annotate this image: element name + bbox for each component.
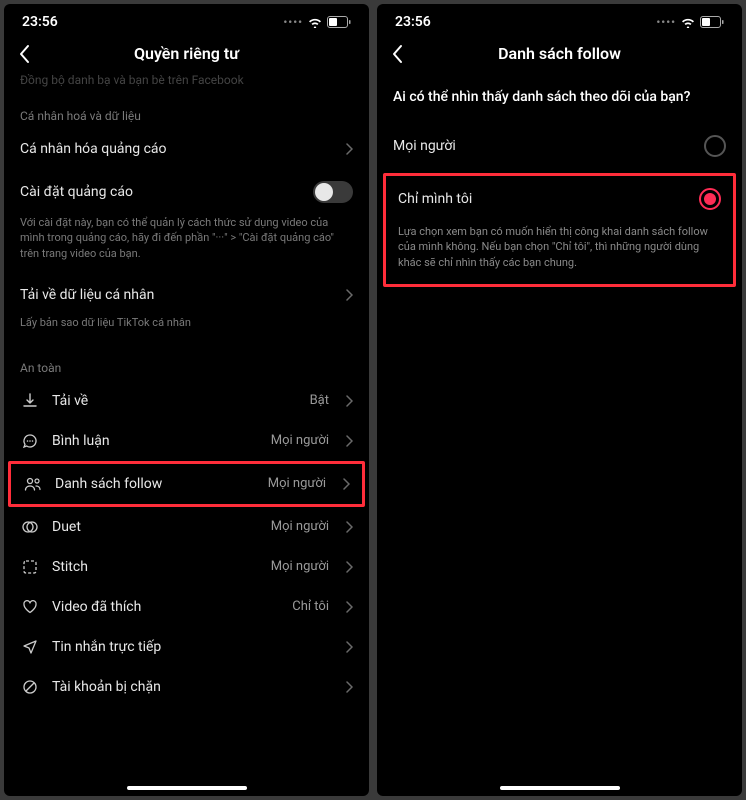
home-indicator[interactable] [500,786,620,790]
row-download[interactable]: Tải về Bật [4,381,369,421]
chevron-right-icon [345,143,353,155]
stitch-icon [20,559,40,575]
status-icons: •••• [283,16,351,29]
row-ad-settings[interactable]: Cài đặt quảng cáo [4,169,369,215]
follow-list-question: Ai có thể nhìn thấy danh sách theo dõi c… [377,73,742,123]
chevron-right-icon [345,435,353,447]
row-value: Chỉ tôi [292,599,329,614]
row-label: Cài đặt quảng cáo [20,184,301,200]
row-value: Mọi người [271,433,329,448]
status-icons: •••• [656,16,724,29]
row-value: Mọi người [271,559,329,574]
row-follow-list[interactable]: Danh sách follow Mọi người [11,464,362,504]
wifi-icon [307,16,323,28]
phone-left: 23:56 •••• Quyền riêng tư Đồng bộ danh b… [4,4,369,796]
faded-row: Đồng bộ danh bạ và bạn bè trên Facebook [4,73,369,95]
wifi-icon [680,16,696,28]
phone-right: 23:56 •••• Danh sách follow Ai có thể nh… [377,4,742,796]
cellular-dots-icon: •••• [283,16,303,29]
row-download-data[interactable]: Tải về dữ liệu cá nhân [4,269,369,315]
highlight-follow-list: Danh sách follow Mọi người [8,461,365,507]
people-icon [23,476,43,492]
row-value: Mọi người [271,519,329,534]
nav-header: Quyền riêng tư [4,34,369,73]
row-label: Tải về [52,393,298,409]
chevron-right-icon [345,601,353,613]
section-header-safety: An toàn [4,339,369,381]
row-stitch[interactable]: Stitch Mọi người [4,547,369,587]
back-button[interactable] [391,44,403,64]
heart-icon [20,599,40,615]
highlight-only-me: Chỉ mình tôi Lựa chọn xem bạn có muốn hi… [383,173,736,287]
send-icon [20,639,40,655]
chevron-right-icon [345,289,353,301]
radio-selected-icon[interactable] [699,188,721,210]
chevron-right-icon [345,561,353,573]
page-title: Danh sách follow [498,44,621,63]
status-time: 23:56 [395,14,431,30]
duet-icon [20,519,40,535]
radio-unselected-icon[interactable] [704,135,726,157]
row-label: Danh sách follow [55,476,256,492]
status-bar: 23:56 •••• [377,4,742,34]
option-only-me-desc: Lựa chọn xem bạn có muốn hiển thị công k… [386,222,733,280]
battery-icon [327,16,351,28]
row-liked-videos[interactable]: Video đã thích Chỉ tôi [4,587,369,627]
row-label: Video đã thích [52,599,280,615]
row-comments[interactable]: Bình luận Mọi người [4,421,369,461]
option-label: Chỉ mình tôi [398,191,472,207]
download-data-desc: Lấy bản sao dữ liệu TikTok cá nhân [4,315,369,338]
option-label: Mọi người [393,138,456,154]
row-label: Bình luận [52,433,259,449]
row-value: Mọi người [268,476,326,491]
row-label: Tài khoản bị chặn [52,679,333,695]
row-blocked-accounts[interactable]: Tài khoản bị chặn [4,667,369,707]
back-button[interactable] [18,44,30,64]
ad-settings-desc: Với cài đặt này, bạn có thể quản lý cách… [4,215,369,269]
row-label: Cá nhân hóa quảng cáo [20,141,333,157]
option-everyone[interactable]: Mọi người [377,123,742,169]
chevron-right-icon [345,521,353,533]
option-only-me[interactable]: Chỉ mình tôi [386,176,733,222]
row-value: Bật [310,393,329,408]
cellular-dots-icon: •••• [656,16,676,29]
home-indicator[interactable] [127,786,247,790]
status-bar: 23:56 •••• [4,4,369,34]
row-direct-messages[interactable]: Tin nhắn trực tiếp [4,627,369,667]
row-ad-personalization[interactable]: Cá nhân hóa quảng cáo [4,129,369,169]
nav-header: Danh sách follow [377,34,742,73]
row-duet[interactable]: Duet Mọi người [4,507,369,547]
chevron-right-icon [345,681,353,693]
page-title: Quyền riêng tư [134,44,239,63]
comment-icon [20,433,40,449]
block-icon [20,679,40,695]
section-header-personal: Cá nhân hoá và dữ liệu [4,95,369,129]
chevron-right-icon [342,478,350,490]
toggle-ad-settings[interactable] [313,181,353,203]
row-label: Stitch [52,559,259,575]
chevron-right-icon [345,641,353,653]
row-label: Tải về dữ liệu cá nhân [20,287,333,303]
status-time: 23:56 [22,14,58,30]
battery-icon [700,16,724,28]
download-icon [20,393,40,409]
row-label: Duet [52,519,259,535]
chevron-right-icon [345,395,353,407]
row-label: Tin nhắn trực tiếp [52,639,333,655]
